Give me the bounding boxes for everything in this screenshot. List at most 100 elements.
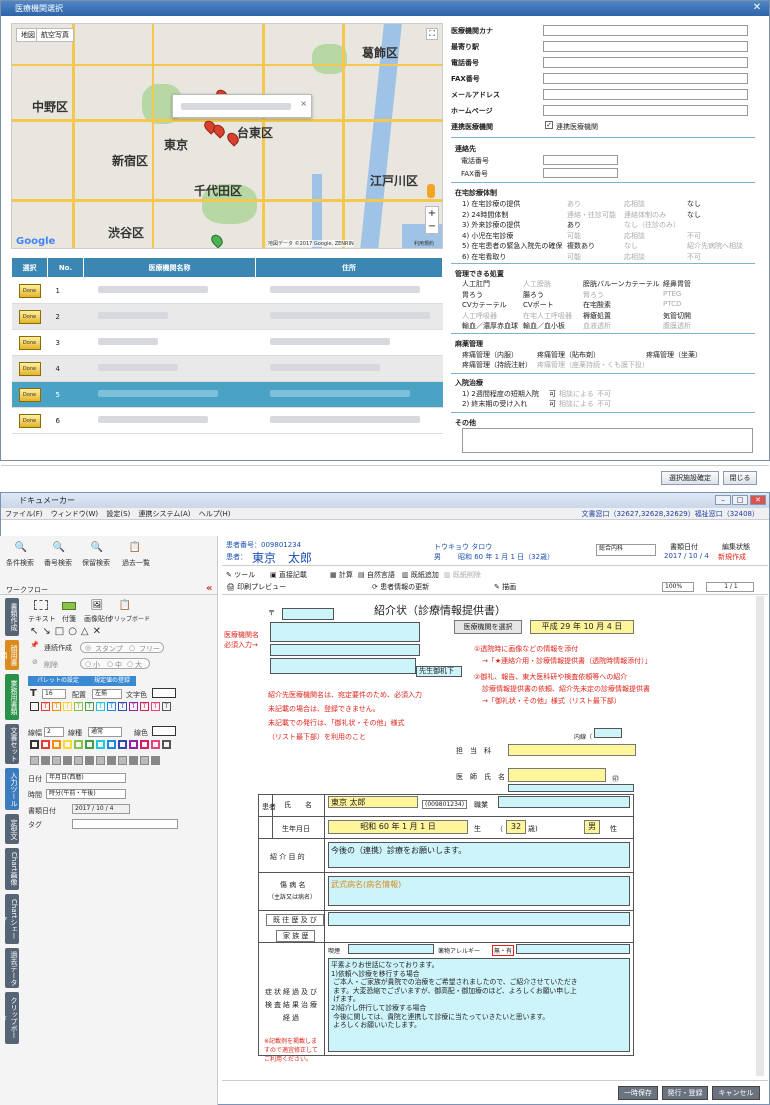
hold-search-icon[interactable]: 🔍 bbox=[90, 542, 104, 554]
table-row[interactable]: Done 6 bbox=[11, 407, 443, 434]
color-swatch[interactable]: T bbox=[74, 702, 83, 711]
color-swatch[interactable] bbox=[85, 740, 94, 749]
color-swatch[interactable]: T bbox=[162, 702, 171, 711]
select-facility-button[interactable]: 医療機関を選択 bbox=[454, 620, 522, 634]
color-swatch[interactable] bbox=[74, 740, 83, 749]
tab-create[interactable]: 書類作成 bbox=[5, 598, 19, 636]
menu-window[interactable]: ウィンドウ(W) bbox=[51, 510, 98, 518]
tool-clipboard[interactable]: クリップボード bbox=[108, 614, 150, 623]
time-format-select[interactable]: 時分(午前・午後) bbox=[46, 789, 126, 799]
tag-input[interactable] bbox=[72, 819, 178, 829]
table-row[interactable]: Done 2 bbox=[11, 303, 443, 330]
internal-input[interactable] bbox=[594, 728, 622, 738]
pattern-swatch[interactable] bbox=[107, 756, 116, 765]
dest-name-input[interactable] bbox=[270, 644, 420, 656]
table-row[interactable]: Done 4 bbox=[11, 355, 443, 382]
map-tab-satellite[interactable]: 航空写真 bbox=[36, 28, 74, 42]
color-swatch[interactable]: T bbox=[96, 702, 105, 711]
calculate[interactable]: ▦ 計算 bbox=[330, 570, 353, 580]
table-row[interactable]: Done 1 bbox=[11, 277, 443, 304]
course-field[interactable]: 平素よりお世話になっております。 1)依頼へ診療を移行する場合 ご本人・ご家族が… bbox=[328, 958, 630, 1052]
minimize-button[interactable]: – bbox=[715, 495, 731, 505]
coop-checkbox[interactable]: ✓ bbox=[545, 121, 553, 129]
zoom-select[interactable]: 100% bbox=[662, 582, 694, 592]
shape-tools[interactable]: ↖↘□○△✕ bbox=[30, 626, 105, 637]
department-select[interactable]: 総合内科 bbox=[596, 544, 656, 556]
map-terms[interactable]: 利用規約 bbox=[414, 240, 434, 247]
size-toggle[interactable]: ○ 小 ○ 中 ○ 大 bbox=[80, 658, 150, 669]
menu-file[interactable]: ファイル(F) bbox=[5, 510, 43, 518]
pattern-swatch[interactable] bbox=[151, 756, 160, 765]
search-icon[interactable]: 🔍 bbox=[14, 542, 28, 554]
pegman-icon[interactable] bbox=[427, 184, 435, 198]
add-page[interactable]: ▥ 既紙追加 bbox=[402, 570, 439, 580]
dest-doctor-input[interactable] bbox=[270, 658, 416, 674]
color-swatch[interactable]: T bbox=[140, 702, 149, 711]
pattern-swatch[interactable] bbox=[63, 756, 72, 765]
fullscreen-icon[interactable]: ⛶ bbox=[426, 28, 438, 40]
image-paste-icon[interactable]: 🖼 bbox=[90, 600, 104, 612]
color-swatch[interactable]: T bbox=[30, 702, 39, 711]
page-indicator[interactable]: 1 / 1 bbox=[706, 582, 754, 592]
maximize-button[interactable]: □ bbox=[732, 495, 748, 505]
direct-entry[interactable]: ▣ 直接記載 bbox=[270, 570, 307, 580]
color-swatch[interactable] bbox=[151, 740, 160, 749]
color-swatch[interactable] bbox=[41, 740, 50, 749]
pattern-swatch[interactable] bbox=[140, 756, 149, 765]
confirm-button[interactable]: 選択施設確定 bbox=[661, 471, 719, 485]
remove-page[interactable]: ▥ 既紙削除 bbox=[444, 570, 481, 580]
pattern-swatch[interactable] bbox=[96, 756, 105, 765]
history-field[interactable] bbox=[328, 912, 630, 926]
natural-language[interactable]: ▤ 自然言語 bbox=[358, 570, 395, 580]
stamp-free-toggle[interactable]: ◎ スタンプ ○ フリー bbox=[80, 642, 164, 653]
clipboard-icon[interactable]: 📋 bbox=[118, 600, 132, 612]
tool-sticky[interactable]: 付箋 bbox=[62, 614, 76, 624]
close-icon[interactable]: ✕ bbox=[751, 2, 763, 14]
temp-save-button[interactable]: 一時保存 bbox=[618, 1086, 658, 1100]
postal-code-input[interactable] bbox=[282, 608, 334, 620]
color-swatch[interactable]: T bbox=[151, 702, 160, 711]
color-swatch[interactable] bbox=[30, 740, 39, 749]
allergy-input[interactable] bbox=[516, 944, 630, 954]
close-button[interactable]: ✕ bbox=[750, 495, 766, 505]
draw[interactable]: ✎ 描画 bbox=[494, 582, 516, 592]
other-textarea[interactable] bbox=[462, 428, 753, 453]
align-select[interactable]: 左揃 bbox=[92, 689, 122, 699]
color-swatch[interactable] bbox=[129, 740, 138, 749]
color-swatch[interactable] bbox=[52, 740, 61, 749]
issue-register-button[interactable]: 発行・登録 bbox=[662, 1086, 708, 1100]
color-swatch[interactable] bbox=[63, 740, 72, 749]
color-swatch[interactable] bbox=[162, 740, 171, 749]
purpose-field[interactable]: 今後の（連携）診療をお願いします。 bbox=[328, 842, 630, 868]
phone-input[interactable] bbox=[543, 57, 748, 68]
fax-input[interactable] bbox=[543, 73, 748, 84]
job-input[interactable] bbox=[498, 796, 630, 808]
color-swatch[interactable]: T bbox=[118, 702, 127, 711]
history-icon[interactable]: 📋 bbox=[128, 542, 142, 554]
pin-icon[interactable]: 📌 bbox=[30, 641, 39, 649]
color-swatch[interactable] bbox=[107, 740, 116, 749]
color-swatch[interactable]: T bbox=[85, 702, 94, 711]
map[interactable]: 地図 航空写真 ⛶ 中野区 新宿区 東京 台東区 千代田区 江戸川区 葛飾区 渋… bbox=[11, 23, 443, 249]
station-input[interactable] bbox=[543, 41, 748, 52]
contact-tel-input[interactable] bbox=[543, 155, 618, 165]
select-button[interactable]: Done bbox=[18, 335, 41, 350]
table-row[interactable]: Done 5 bbox=[11, 381, 443, 408]
menu-integration[interactable]: 連携システム(A) bbox=[139, 510, 191, 518]
close-icon[interactable]: × bbox=[300, 99, 307, 108]
map-pin[interactable] bbox=[208, 232, 226, 248]
sticky-icon[interactable] bbox=[62, 602, 76, 610]
color-swatch[interactable]: T bbox=[41, 702, 50, 711]
diagnosis-field[interactable]: 武式病名(病名情報) bbox=[328, 876, 630, 906]
dest-address-input[interactable] bbox=[270, 622, 420, 642]
smoking-input[interactable] bbox=[348, 944, 434, 954]
contact-fax-input[interactable] bbox=[543, 168, 618, 178]
select-button[interactable]: Done bbox=[18, 361, 41, 376]
zoom-control[interactable]: + − bbox=[425, 206, 439, 234]
color-swatch[interactable]: T bbox=[63, 702, 72, 711]
color-swatch[interactable]: T bbox=[129, 702, 138, 711]
line-type-select[interactable]: 通常 bbox=[88, 727, 122, 737]
menu-settings[interactable]: 設定(S) bbox=[106, 510, 130, 518]
pattern-swatch[interactable] bbox=[129, 756, 138, 765]
color-swatch[interactable]: T bbox=[107, 702, 116, 711]
